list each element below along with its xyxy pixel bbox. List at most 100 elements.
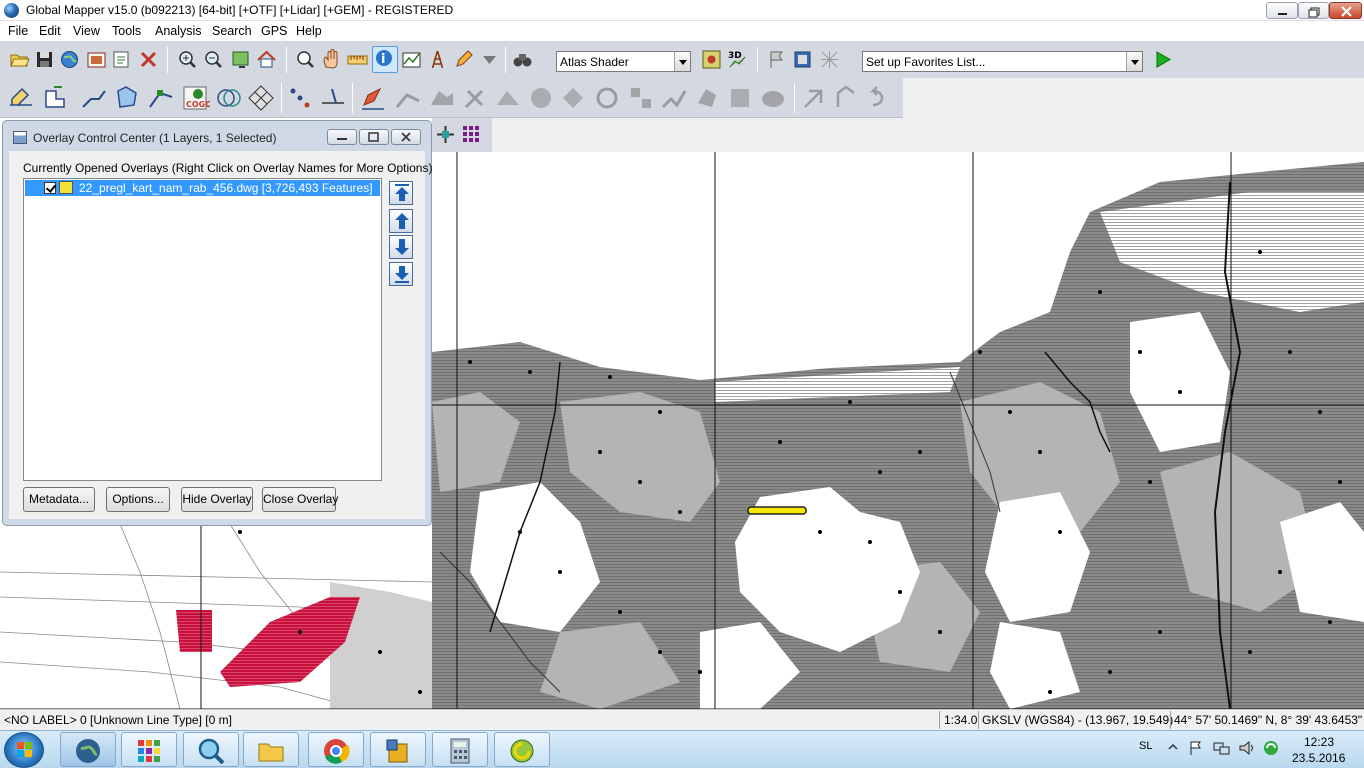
dialog-maximize-button[interactable]: [359, 129, 389, 145]
toolbar-background: [903, 78, 1364, 118]
polygon-icon[interactable]: [112, 83, 142, 113]
edit-feature-icon[interactable]: [6, 83, 36, 113]
taskbar-start-menu-app[interactable]: [121, 732, 177, 767]
point-icon[interactable]: [285, 83, 315, 113]
zoom-in-icon[interactable]: [176, 48, 199, 71]
status-divider: [939, 711, 940, 729]
close-overlay-button[interactable]: Close Overlay: [262, 487, 338, 512]
volume-icon[interactable]: [1238, 740, 1256, 759]
taskbar-chrome[interactable]: [308, 732, 364, 767]
close-button[interactable]: [1329, 2, 1362, 19]
export-icon[interactable]: [110, 48, 133, 71]
cut-icon[interactable]: [318, 83, 348, 113]
open-icon[interactable]: [8, 48, 31, 71]
dialog-minimize-button[interactable]: [327, 129, 357, 145]
main-toolbar: i Atlas Shader 3D Set up Favorites List.…: [0, 41, 1364, 78]
disabled-tool-icon: [460, 83, 490, 113]
info-icon[interactable]: i: [372, 46, 398, 73]
shader-select-value: Atlas Shader: [560, 55, 629, 69]
taskbar-qgis[interactable]: [494, 732, 550, 767]
favorites-select-value: Set up Favorites List...: [866, 55, 986, 69]
layer-icon[interactable]: [791, 48, 814, 71]
status-scale: 1:34.0: [944, 713, 978, 727]
3d-view-icon[interactable]: 3D: [726, 48, 749, 71]
clock-time[interactable]: 12:23: [1304, 735, 1334, 749]
dropdown-icon[interactable]: [478, 48, 501, 71]
intersect-icon[interactable]: [214, 83, 244, 113]
home-icon[interactable]: [255, 48, 278, 71]
grid-select-icon[interactable]: [246, 83, 276, 113]
taskbar-calculator[interactable]: [432, 732, 488, 767]
binoculars-icon[interactable]: [511, 48, 534, 71]
grid-icon[interactable]: [818, 48, 841, 71]
move-down-button[interactable]: [389, 235, 413, 259]
menu-tools[interactable]: Tools: [112, 24, 141, 38]
calculator-icon: [450, 738, 470, 764]
options-button[interactable]: Options...: [106, 487, 170, 512]
move-icon[interactable]: [40, 83, 70, 113]
overlay-list-item[interactable]: 22_pregl_kart_nam_rab_456.dwg [3,726,493…: [25, 180, 380, 196]
language-indicator[interactable]: SL: [1139, 740, 1152, 752]
start-button[interactable]: [4, 732, 44, 768]
save-icon[interactable]: [33, 48, 56, 71]
move-to-bottom-icon: [395, 266, 409, 283]
move-up-button[interactable]: [389, 209, 413, 233]
chevron-down-icon[interactable]: [674, 52, 690, 71]
arrow-down-icon: [395, 239, 409, 255]
svg-text:i: i: [381, 52, 385, 67]
archive-icon: [386, 739, 408, 763]
tools-icon[interactable]: [137, 48, 160, 71]
zoom-out-icon[interactable]: [202, 48, 225, 71]
taskbar-search-app[interactable]: [183, 732, 239, 767]
menu-view[interactable]: View: [73, 24, 100, 38]
shader-select[interactable]: Atlas Shader: [556, 51, 691, 72]
clock-date[interactable]: 23.5.2016: [1292, 751, 1345, 765]
digitizer-icon[interactable]: [294, 48, 317, 71]
taskbar-file-explorer[interactable]: [243, 732, 299, 767]
path-profile-icon[interactable]: [400, 48, 423, 71]
sync-icon[interactable]: [1262, 739, 1280, 760]
line-icon[interactable]: [79, 83, 109, 113]
chevron-down-icon[interactable]: [1126, 52, 1142, 71]
grid-display-icon[interactable]: [460, 123, 483, 146]
tower-icon[interactable]: [426, 48, 449, 71]
dialog-close-button[interactable]: [391, 129, 421, 145]
toolbar-separator: [505, 47, 506, 73]
favorites-select[interactable]: Set up Favorites List...: [862, 51, 1143, 72]
move-to-top-button[interactable]: [389, 181, 413, 205]
cogo-icon[interactable]: COGO: [180, 83, 210, 113]
toolbar-separator: [794, 83, 795, 113]
globe-icon[interactable]: [58, 48, 81, 71]
metadata-button[interactable]: Metadata...: [23, 487, 95, 512]
taskbar-archive-app[interactable]: [370, 732, 426, 767]
shader-settings-icon[interactable]: [700, 48, 723, 71]
taskbar-global-mapper[interactable]: [60, 732, 116, 767]
hide-overlay-button[interactable]: Hide Overlay: [181, 487, 253, 512]
menu-file[interactable]: File: [8, 24, 28, 38]
vertex-icon[interactable]: [146, 83, 176, 113]
measure-icon[interactable]: [346, 48, 369, 71]
menu-edit[interactable]: Edit: [39, 24, 61, 38]
pencil-icon[interactable]: [452, 48, 475, 71]
menu-gps[interactable]: GPS: [261, 24, 287, 38]
show-hidden-icons[interactable]: [1168, 742, 1178, 755]
minimize-button[interactable]: [1266, 2, 1298, 19]
network-icon[interactable]: [1213, 740, 1231, 759]
zoom-full-icon[interactable]: [229, 48, 252, 71]
overlay-list-label: Currently Opened Overlays (Right Click o…: [23, 161, 433, 175]
paint-icon[interactable]: [358, 83, 388, 113]
menu-analysis[interactable]: Analysis: [155, 24, 202, 38]
pan-icon[interactable]: [320, 48, 343, 71]
layer-visibility-checkbox[interactable]: [44, 182, 56, 194]
move-to-bottom-button[interactable]: [389, 262, 413, 286]
flag-icon[interactable]: [765, 48, 788, 71]
overlay-list[interactable]: 22_pregl_kart_nam_rab_456.dwg [3,726,493…: [23, 178, 382, 481]
action-center-icon[interactable]: [1188, 740, 1204, 759]
menu-search[interactable]: Search: [212, 24, 252, 38]
crosshair-icon[interactable]: [434, 123, 457, 146]
print-icon[interactable]: [85, 48, 108, 71]
restore-button[interactable]: [1298, 2, 1329, 19]
run-icon[interactable]: [1151, 48, 1174, 71]
menu-help[interactable]: Help: [296, 24, 322, 38]
disabled-tool-icon: [493, 83, 523, 113]
